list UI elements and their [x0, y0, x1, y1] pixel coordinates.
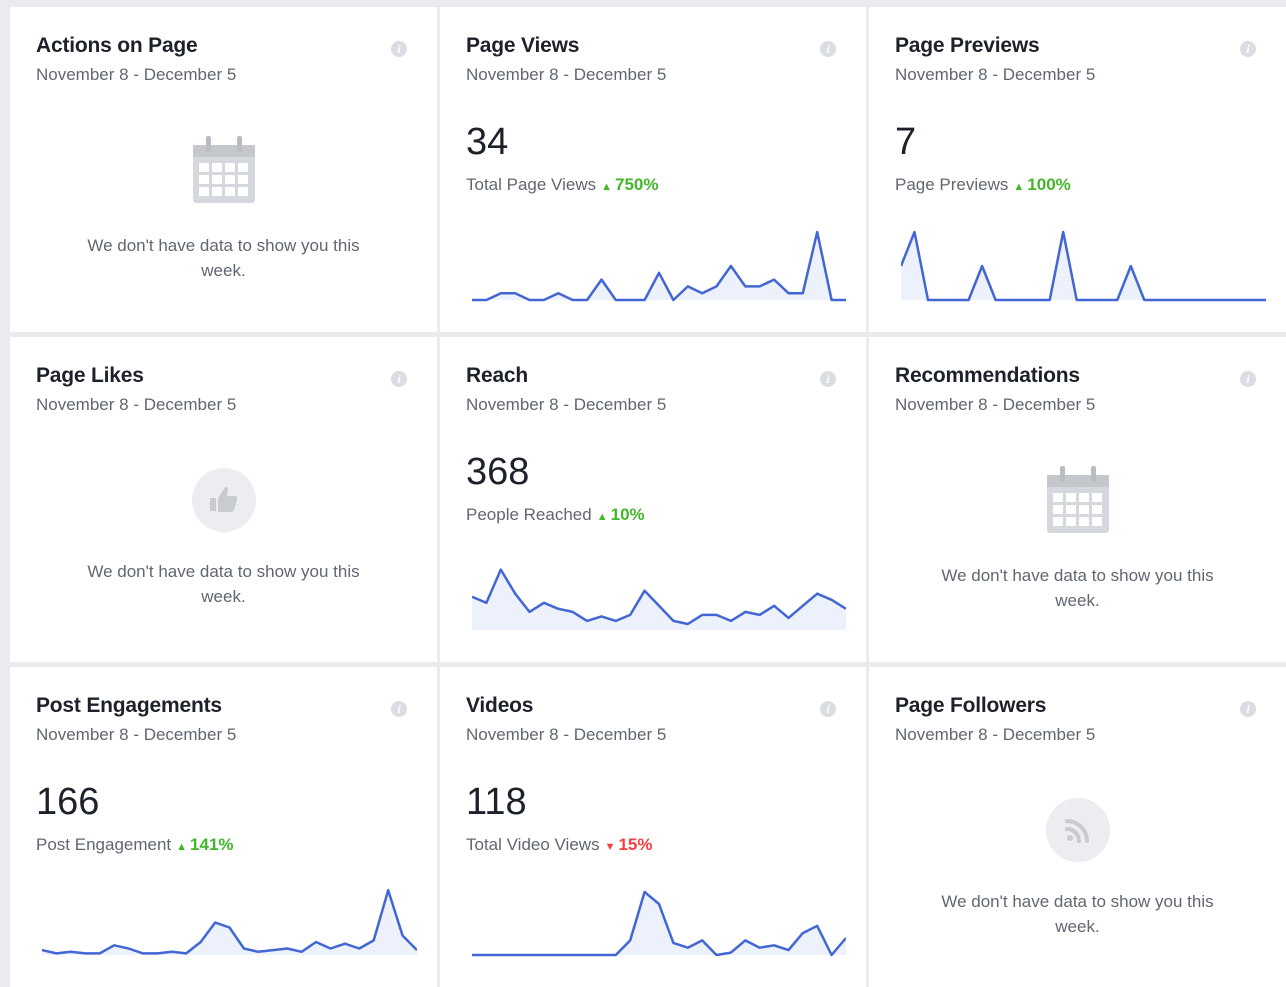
metric-label: Page Previews: [895, 175, 1009, 194]
card-videos[interactable]: Videos November 8 - December 5 i 118 Total V…: [440, 667, 866, 987]
sparkline-chart: [472, 230, 846, 302]
trend-down-icon: ▼: [604, 841, 616, 853]
sparkline-area: [901, 232, 1266, 300]
sparkline-area: [42, 890, 417, 955]
trend-up-icon: ▲: [596, 511, 608, 523]
card-title[interactable]: Page Previews: [895, 34, 1040, 58]
metric-label: Total Video Views: [466, 835, 600, 854]
change-percent: 10%: [610, 505, 645, 524]
date-range: November 8 - December 5: [466, 725, 667, 744]
sparkline-area: [472, 232, 846, 300]
sparkline-area: [472, 891, 846, 955]
change-percent: 15%: [618, 835, 653, 854]
metric-summary: Post Engagement ▲ 141%: [36, 835, 234, 855]
card-title[interactable]: Page Followers: [895, 694, 1046, 718]
info-icon[interactable]: i: [391, 41, 407, 57]
card-page-followers[interactable]: Page Followers November 8 - December 5 i We…: [869, 667, 1286, 987]
metric-summary: Page Previews ▲ 100%: [895, 175, 1071, 195]
metric-summary: Total Video Views ▼ 15%: [466, 835, 653, 855]
date-range: November 8 - December 5: [895, 395, 1096, 414]
info-icon[interactable]: i: [820, 371, 836, 387]
date-range: November 8 - December 5: [36, 725, 237, 744]
sparkline-chart: [472, 568, 846, 630]
metric-label: Post Engagement: [36, 835, 172, 854]
card-reach[interactable]: Reach November 8 - December 5 i 368 People R…: [440, 337, 866, 662]
card-page-likes[interactable]: Page Likes November 8 - December 5 i We don…: [10, 337, 437, 662]
metric-value: 118: [466, 781, 527, 823]
card-page-previews[interactable]: Page Previews November 8 - December 5 i 7 Pa…: [869, 7, 1286, 332]
metric-label: People Reached: [466, 505, 592, 524]
change-percent: 141%: [190, 835, 234, 854]
date-range: November 8 - December 5: [895, 725, 1096, 744]
empty-state-message: We don't have data to show you this week…: [941, 566, 1214, 610]
trend-up-icon: ▲: [601, 181, 612, 193]
date-range: November 8 - December 5: [466, 65, 667, 84]
date-range: November 8 - December 5: [895, 65, 1096, 84]
card-title[interactable]: Recommendations: [895, 364, 1080, 388]
empty-state-message: We don't have data to show you this week…: [87, 562, 360, 606]
change-percent: 750%: [615, 175, 659, 194]
metric-label: Total Page Views: [466, 175, 597, 194]
date-range: November 8 - December 5: [36, 395, 237, 414]
date-range: November 8 - December 5: [466, 395, 667, 414]
card-title[interactable]: Actions on Page: [36, 34, 198, 58]
metric-value: 368: [466, 451, 530, 493]
card-title[interactable]: Page Likes: [36, 364, 144, 388]
card-title[interactable]: Videos: [466, 694, 533, 718]
info-icon[interactable]: i: [820, 41, 836, 57]
sparkline-chart: [42, 888, 417, 955]
info-icon[interactable]: i: [820, 701, 836, 717]
metric-value: 34: [466, 121, 509, 163]
sparkline-chart: [472, 890, 846, 957]
metric-summary: People Reached ▲ 10%: [466, 505, 645, 525]
metric-value: 7: [895, 121, 917, 163]
sparkline-chart: [901, 230, 1266, 302]
change-percent: 100%: [1027, 175, 1071, 194]
card-title[interactable]: Page Views: [466, 34, 579, 58]
empty-state-message: We don't have data to show you this week…: [87, 236, 360, 280]
thumbs-up-icon: [191, 467, 257, 538]
card-recommendations[interactable]: Recommendations November 8 - December 5 i W…: [869, 337, 1286, 662]
info-icon[interactable]: i: [1240, 701, 1256, 717]
calendar-icon: [1046, 465, 1110, 540]
sparkline-series: [901, 230, 1266, 302]
metric-summary: Total Page Views ▲ 750%: [466, 175, 658, 195]
card-actions-on-page[interactable]: Actions on Page November 8 - December 5 i W…: [10, 7, 437, 332]
sparkline-area: [472, 569, 846, 630]
empty-state-message: We don't have data to show you this week…: [941, 892, 1214, 936]
card-page-views[interactable]: Page Views November 8 - December 5 i 34 Tota…: [440, 7, 866, 332]
metric-value: 166: [36, 781, 100, 823]
info-icon[interactable]: i: [1240, 41, 1256, 57]
card-title[interactable]: Reach: [466, 364, 528, 388]
trend-up-icon: ▲: [1013, 181, 1025, 193]
info-icon[interactable]: i: [1240, 371, 1256, 387]
card-title[interactable]: Post Engagements: [36, 694, 222, 718]
info-icon[interactable]: i: [391, 371, 407, 387]
date-range: November 8 - December 5: [36, 65, 237, 84]
trend-up-icon: ▲: [176, 841, 188, 853]
info-icon[interactable]: i: [391, 701, 407, 717]
card-post-engagements[interactable]: Post Engagements November 8 - December 5 i…: [10, 667, 437, 987]
rss-icon: [1045, 797, 1111, 868]
calendar-icon: [192, 135, 256, 210]
